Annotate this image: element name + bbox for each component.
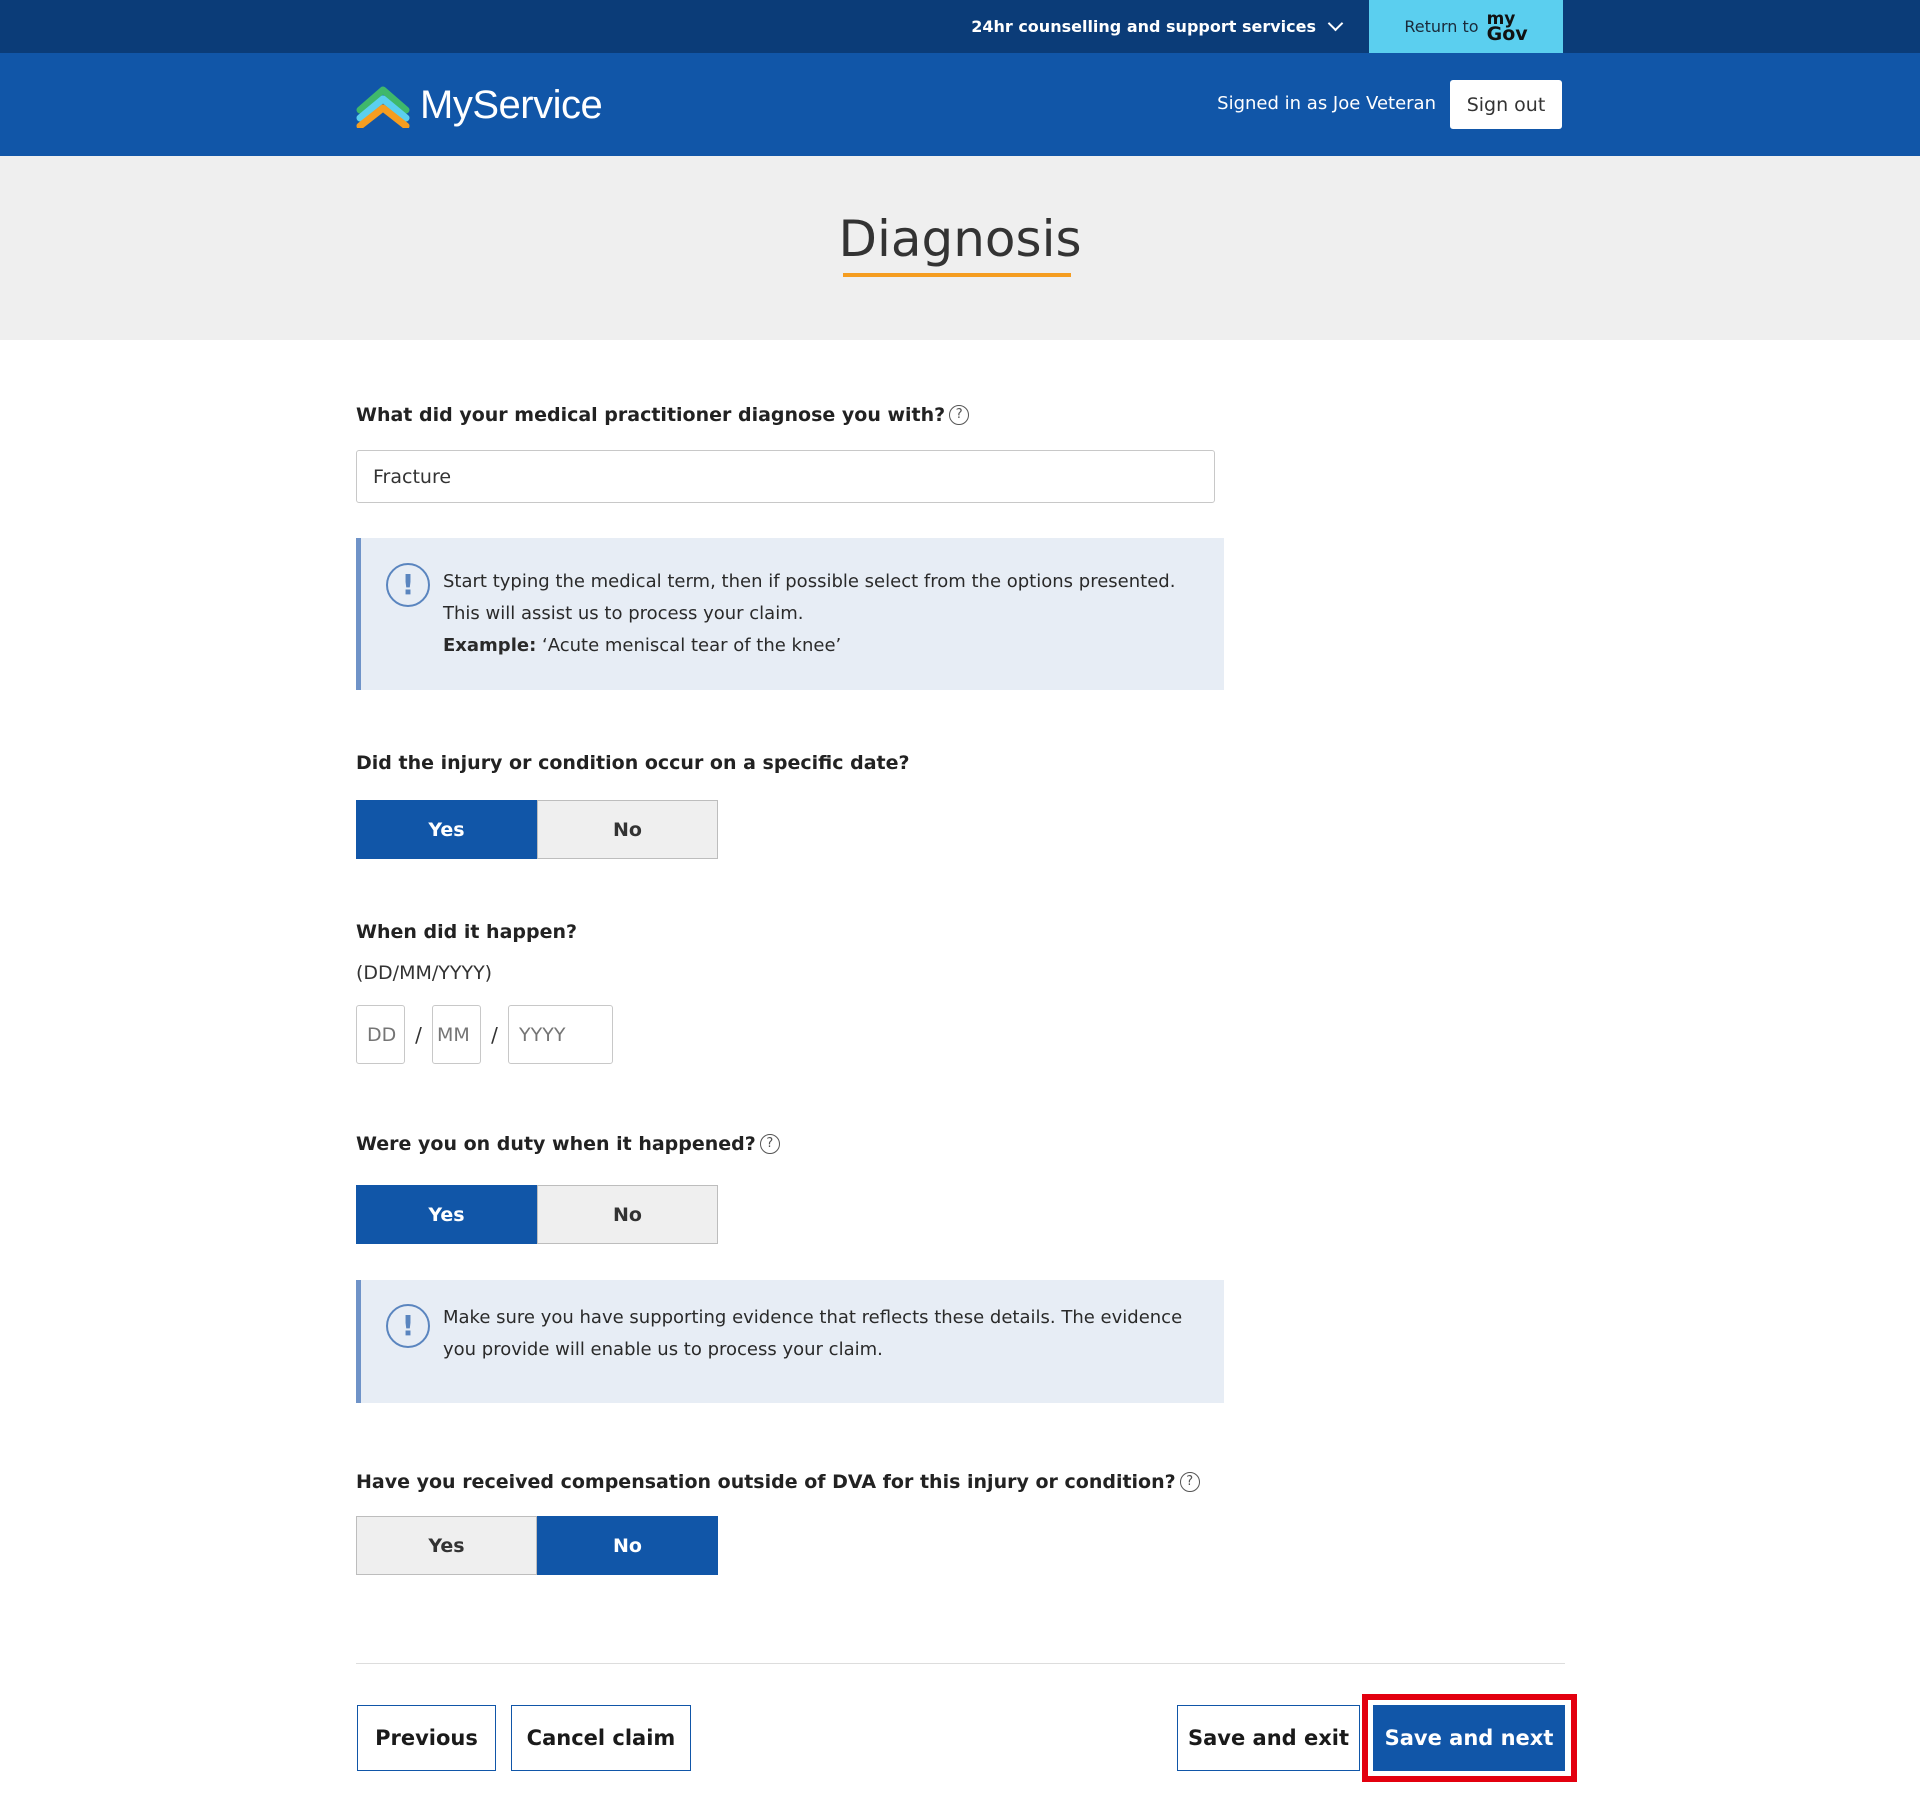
on-duty-info-box: ! Make sure you have supporting evidence… [356,1280,1224,1403]
diagnosis-info-text: Start typing the medical term, then if p… [443,566,1175,662]
question-circle-icon[interactable]: ? [949,405,970,425]
year-input[interactable] [508,1005,613,1064]
previous-button[interactable]: Previous [357,1705,496,1771]
page-title: Diagnosis [838,210,1082,268]
app-name: MyService [420,83,603,127]
specific-date-yes-button[interactable]: Yes [356,800,537,859]
cancel-claim-button[interactable]: Cancel claim [511,1705,691,1771]
save-and-exit-button[interactable]: Save and exit [1177,1705,1360,1771]
date-separator: / [415,1022,422,1047]
diagnosis-question: What did your medical practitioner diagn… [356,404,970,426]
specific-date-question-label: Did the injury or condition occur on a s… [356,752,910,774]
diagnosis-input[interactable] [356,450,1215,503]
on-duty-info-line2: you provide will enable us to process yo… [443,1339,883,1360]
support-services-label: 24hr counselling and support services [971,17,1316,36]
day-input[interactable] [356,1005,405,1064]
specific-date-toggle: Yes No [356,800,718,859]
exclamation-circle-icon: ! [386,563,430,607]
question-circle-icon[interactable]: ? [759,1134,780,1154]
diagnosis-info-line1: Start typing the medical term, then if p… [443,571,1176,592]
return-to-label: Return to [1404,17,1479,36]
compensation-yes-button[interactable]: Yes [356,1516,537,1575]
on-duty-yes-button[interactable]: Yes [356,1185,537,1244]
example-text: ‘Acute meniscal tear of the knee’ [542,635,842,656]
mygov-logo: my Gov [1486,10,1528,45]
mygov-logo-bottom: Gov [1486,22,1528,45]
date-format-hint: (DD/MM/YYYY) [356,962,493,984]
diagnosis-example: Example: ‘Acute meniscal tear of the kne… [443,630,1175,662]
page-title-band: Diagnosis [0,156,1920,340]
title-underline [843,273,1071,277]
top-utility-bar: 24hr counselling and support services Re… [0,0,1920,53]
diagnosis-info-line2: This will assist us to process your clai… [443,603,804,624]
myservice-logo[interactable]: MyService [356,83,603,128]
compensation-question-label: Have you received compensation outside o… [356,1471,1176,1493]
when-question-label: When did it happen? [356,921,578,943]
example-label: Example: [443,635,537,656]
signed-in-status: Signed in as Joe Veteran [1217,93,1436,114]
chevron-down-icon [1327,15,1344,32]
myservice-logo-icon [356,86,410,128]
question-circle-icon[interactable]: ? [1179,1472,1200,1492]
compensation-question: Have you received compensation outside o… [356,1471,1200,1493]
compensation-no-button[interactable]: No [537,1516,718,1575]
date-separator: / [491,1022,498,1047]
return-to-mygov-button[interactable]: Return to my Gov [1369,0,1563,53]
specific-date-question: Did the injury or condition occur on a s… [356,752,910,774]
on-duty-info-line1: Make sure you have supporting evidence t… [443,1307,1183,1328]
specific-date-no-button[interactable]: No [537,800,718,859]
on-duty-question-label: Were you on duty when it happened? [356,1133,756,1155]
diagnosis-info-box: ! Start typing the medical term, then if… [356,538,1224,690]
on-duty-toggle: Yes No [356,1185,718,1244]
site-header: MyService Signed in as Joe Veteran Sign … [0,53,1920,156]
on-duty-info-text: Make sure you have supporting evidence t… [443,1302,1182,1366]
month-input[interactable] [432,1005,481,1064]
sign-out-button[interactable]: Sign out [1450,80,1562,129]
support-services-dropdown[interactable]: 24hr counselling and support services [971,0,1344,53]
date-input-group: / / [356,1005,613,1064]
compensation-toggle: Yes No [356,1516,718,1575]
on-duty-no-button[interactable]: No [537,1185,718,1244]
save-and-next-button[interactable]: Save and next [1373,1705,1565,1771]
on-duty-question: Were you on duty when it happened? ? [356,1133,780,1155]
exclamation-circle-icon: ! [386,1304,430,1348]
when-question: When did it happen? [356,921,577,943]
diagnosis-question-label: What did your medical practitioner diagn… [356,404,946,426]
footer-divider [356,1663,1565,1664]
